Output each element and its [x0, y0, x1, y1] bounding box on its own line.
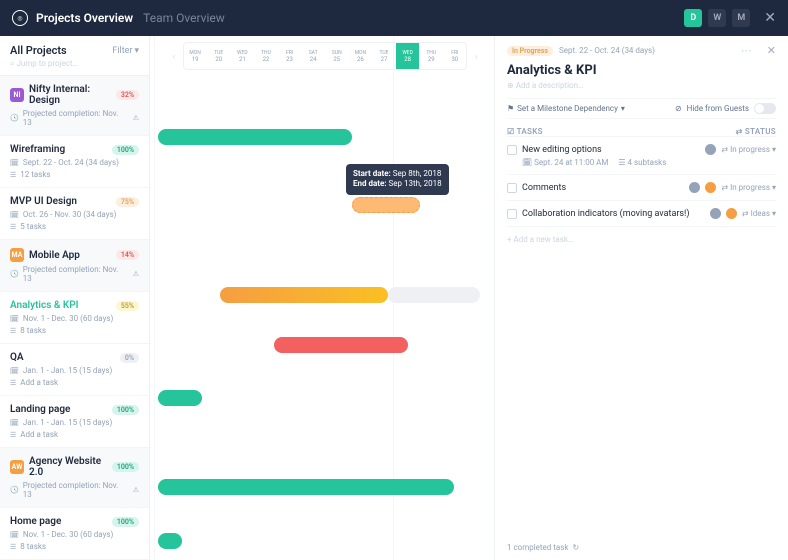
dependency-button[interactable]: ⚑ Set a Milestone Dependency ▾: [507, 104, 625, 113]
hide-guests-label: Hide from Guests: [687, 104, 749, 113]
add-task-input[interactable]: + Add a new task…: [507, 226, 776, 252]
calendar-day[interactable]: WED28: [396, 43, 419, 69]
sidebar-item[interactable]: Home page100%🗓Nov. 1 - Dec. 30 (60 days)…: [0, 508, 149, 560]
task-row[interactable]: New editing options⇄ In progress ▾🗓 Sept…: [507, 136, 776, 174]
date-tooltip: Start date: Sep 8th, 2018 End date: Sep …: [346, 164, 449, 195]
cal-prev-button[interactable]: ‹: [168, 46, 180, 66]
calendar-day[interactable]: MON19: [184, 43, 207, 69]
sidebar-item[interactable]: NINifty Internal: Design32%🕓Projected co…: [0, 76, 149, 136]
gantt-bar-landing[interactable]: [158, 390, 202, 406]
avatar-w[interactable]: W: [708, 9, 726, 27]
calendar-day[interactable]: FRI30: [444, 43, 467, 69]
task-row[interactable]: Comments⇄ In progress ▾: [507, 174, 776, 200]
sidebar: All Projects Filter▾ ⌕ Jump to project… …: [0, 36, 150, 560]
eye-off-icon: ⊘: [675, 104, 682, 113]
calendar-day[interactable]: SAT24: [302, 43, 325, 69]
gantt-bar-homepage[interactable]: [158, 479, 454, 495]
close-icon[interactable]: ✕: [764, 10, 776, 26]
section-status-header: ⇄ STATUS: [736, 127, 776, 136]
more-icon[interactable]: ⋯: [741, 44, 753, 57]
filter-button[interactable]: Filter▾: [112, 46, 139, 56]
panel-title: Analytics & KPI: [507, 63, 776, 78]
gantt-bar-analytics-remaining: [388, 287, 480, 303]
task-checkbox[interactable]: [507, 183, 517, 193]
section-tasks-header: ☑ TASKS: [507, 127, 543, 136]
chevron-down-icon: ▾: [621, 104, 625, 113]
calendar-day[interactable]: TUE20: [207, 43, 230, 69]
team-overview-tab[interactable]: Team Overview: [143, 11, 225, 25]
hide-guests-toggle[interactable]: [754, 103, 776, 114]
gantt-bar-qa[interactable]: [274, 337, 408, 353]
task-row[interactable]: Collaboration indicators (moving avatars…: [507, 200, 776, 226]
task-checkbox[interactable]: [507, 145, 517, 155]
task-checkbox[interactable]: [507, 209, 517, 219]
gantt-bar-contact[interactable]: [158, 533, 182, 549]
detail-panel: In Progress Sept. 22 - Oct. 24 (34 days)…: [494, 36, 788, 560]
calendar-day[interactable]: THU22: [255, 43, 278, 69]
sidebar-title: All Projects: [10, 44, 67, 57]
calendar-day[interactable]: SUN25: [325, 43, 348, 69]
completed-tasks-link[interactable]: 1 completed task ↻: [507, 535, 776, 552]
panel-description-input[interactable]: ⊕ Add a description…: [507, 81, 776, 90]
sidebar-item[interactable]: Analytics & KPI55%🗓Nov. 1 - Dec. 30 (60 …: [0, 292, 149, 344]
jump-to-project-input[interactable]: ⌕ Jump to project…: [10, 59, 139, 69]
sidebar-item[interactable]: Wireframing100%🗓Sept. 22 - Oct. 24 (34 d…: [0, 136, 149, 188]
calendar-header: MON19TUE20WED21THU22FRI23SAT24SUN25MON26…: [183, 42, 467, 70]
calendar-day[interactable]: MON26: [349, 43, 372, 69]
sidebar-item[interactable]: QA0%🗓Jan. 1 - Jan. 15 (15 days)☰Add a ta…: [0, 344, 149, 396]
calendar-day[interactable]: FRI23: [278, 43, 301, 69]
calendar-day[interactable]: WED21: [231, 43, 254, 69]
app-header: ◎ Projects Overview Team Overview D W M …: [0, 0, 788, 36]
gantt-chart[interactable]: ‹ MON19TUE20WED21THU22FRI23SAT24SUN25MON…: [150, 36, 494, 560]
calendar-day[interactable]: THU29: [420, 43, 443, 69]
header-title: Projects Overview: [36, 11, 133, 25]
panel-date-range: Sept. 22 - Oct. 24 (34 days): [559, 46, 655, 55]
sidebar-item[interactable]: AWAgency Website 2.0100%🕓Projected compl…: [0, 448, 149, 508]
sidebar-item[interactable]: MVP UI Design75%🗓Oct. 26 - Nov. 30 (34 d…: [0, 188, 149, 240]
app-logo-icon: ◎: [12, 10, 28, 26]
gantt-bar-mvp-ui[interactable]: [352, 197, 420, 213]
panel-close-icon[interactable]: ✕: [767, 44, 776, 57]
gantt-bar-analytics[interactable]: [220, 287, 388, 303]
calendar-day[interactable]: TUE27: [373, 43, 396, 69]
avatar-d[interactable]: D: [684, 9, 702, 27]
cal-next-button[interactable]: ›: [470, 46, 482, 66]
chevron-down-icon: ▾: [134, 46, 139, 56]
avatar-m[interactable]: M: [732, 9, 750, 27]
gantt-bar-wireframing[interactable]: [158, 129, 352, 145]
sidebar-item[interactable]: Landing page100%🗓Jan. 1 - Jan. 15 (15 da…: [0, 396, 149, 448]
status-pill[interactable]: In Progress: [507, 46, 553, 56]
sidebar-item[interactable]: MAMobile App14%🕓Projected completion: No…: [0, 240, 149, 292]
refresh-icon: ↻: [572, 543, 579, 552]
